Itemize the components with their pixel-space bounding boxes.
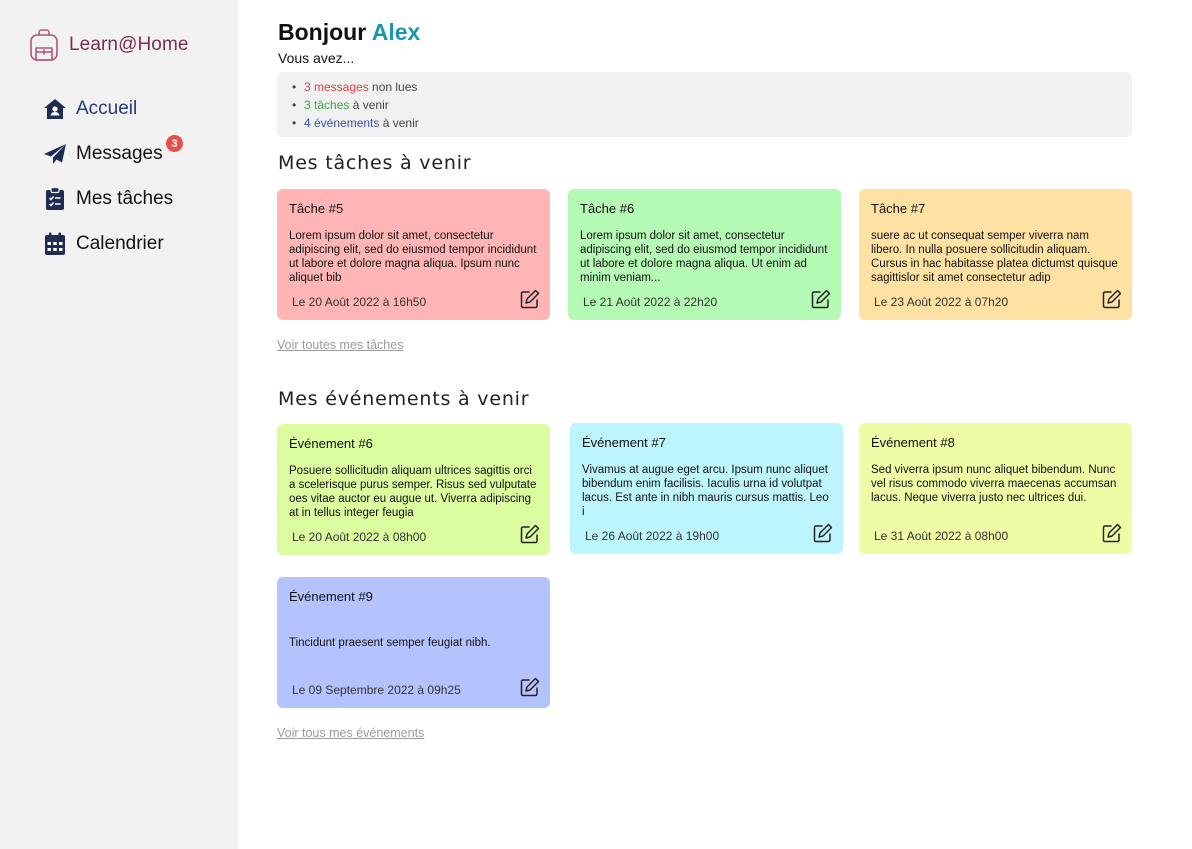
card-title: Tâche #6	[580, 201, 635, 216]
card-body: Sed viverra ipsum nunc aliquet bibendum.…	[871, 464, 1117, 504]
event-card[interactable]: Événement #8 Sed viverra ipsum nunc aliq…	[859, 423, 1132, 554]
tasks-section-title: Mes tâches à venir	[278, 152, 472, 174]
card-title: Tâche #7	[871, 201, 926, 216]
card-date: Le 09 Septembre 2022 à 09h25	[292, 683, 461, 697]
event-card[interactable]: Événement #7 Vivamus at augue eget arcu.…	[570, 423, 843, 554]
see-all-tasks-link[interactable]: Voir toutes mes tâches	[277, 338, 403, 352]
summary-suffix: à venir	[379, 116, 419, 130]
task-card[interactable]: Tâche #6 Lorem ipsum dolor sit amet, con…	[568, 189, 841, 320]
card-title: Tâche #5	[289, 201, 344, 216]
page-title: Bonjour Alex	[278, 19, 420, 46]
page-subtitle: Vous avez...	[278, 50, 355, 66]
summary-suffix: non lues	[368, 80, 418, 94]
brand-label: Learn@Home	[69, 34, 189, 55]
edit-icon[interactable]	[520, 524, 540, 544]
card-date: Le 21 Août 2022 à 22h20	[583, 295, 718, 309]
summary-suffix: à venir	[349, 98, 389, 112]
event-card[interactable]: Événement #9 Tincidunt praesent semper f…	[277, 577, 550, 708]
edit-icon[interactable]	[520, 289, 540, 309]
edit-icon[interactable]	[811, 289, 831, 309]
sidebar-item-accueil[interactable]: Accueil	[42, 94, 173, 124]
card-title: Événement #8	[871, 435, 955, 450]
card-title: Événement #7	[582, 435, 666, 450]
sidebar-item-label: Mes tâches	[76, 188, 174, 209]
sidebar-item-mes-taches[interactable]: Mes tâches	[42, 184, 173, 214]
summary-events[interactable]: 4 événements à venir	[292, 114, 1132, 132]
edit-icon[interactable]	[520, 677, 540, 697]
sidebar-item-label: Accueil	[76, 98, 138, 119]
summary-panel: 3 messages non lues 3 tâches à venir 4 é…	[277, 72, 1132, 137]
summary-tasks[interactable]: 3 tâches à venir	[292, 96, 1132, 114]
sidebar-item-calendrier[interactable]: Calendrier	[42, 229, 173, 259]
messages-count: 3 messages	[304, 80, 369, 94]
card-title: Événement #9	[289, 589, 373, 604]
greeting-text: Bonjour	[278, 19, 367, 45]
sidebar: Learn@Home Accueil Messages 3 Mes tâches	[0, 0, 238, 849]
task-card[interactable]: Tâche #5 Lorem ipsum dolor sit amet, con…	[277, 189, 550, 320]
tasks-count: 3 tâches	[304, 98, 350, 112]
event-card[interactable]: Événement #6 Posuere sollicitudin aliqua…	[277, 424, 550, 555]
card-body: Lorem ipsum dolor sit amet, consectetur …	[289, 230, 537, 284]
user-name: Alex	[371, 19, 421, 45]
sidebar-item-messages[interactable]: Messages 3	[42, 135, 183, 169]
sidebar-nav: Accueil Messages 3 Mes tâches Calendrier	[42, 94, 183, 274]
card-body: Posuere sollicitudin aliquam ultrices sa…	[289, 465, 537, 519]
card-body: Vivamus at augue eget arcu. Ipsum nunc a…	[582, 464, 829, 518]
events-section-title: Mes événements à venir	[278, 388, 530, 410]
card-date: Le 26 Août 2022 à 19h00	[585, 529, 720, 543]
paper-plane-icon	[42, 141, 68, 167]
card-date: Le 31 Août 2022 à 08h00	[874, 529, 1009, 543]
edit-icon[interactable]	[813, 523, 833, 543]
see-all-events-link[interactable]: Voir tous mes événements	[277, 726, 424, 740]
edit-icon[interactable]	[1102, 523, 1122, 543]
summary-messages[interactable]: 3 messages non lues	[292, 78, 1132, 96]
clipboard-check-icon	[42, 186, 68, 212]
brand[interactable]: Learn@Home	[28, 28, 189, 62]
card-body: Lorem ipsum dolor sit amet, consectetur …	[580, 230, 828, 284]
card-date: Le 20 Août 2022 à 16h50	[292, 295, 427, 309]
card-date: Le 23 Août 2022 à 07h20	[874, 295, 1009, 309]
home-icon	[42, 96, 68, 122]
calendar-icon	[42, 231, 68, 257]
unread-badge: 3	[166, 135, 183, 152]
card-title: Événement #6	[289, 436, 373, 451]
sidebar-item-label: Calendrier	[76, 233, 164, 254]
task-card[interactable]: Tâche #7 suere ac ut consequat semper vi…	[859, 189, 1132, 320]
card-body: suere ac ut consequat semper viverra nam…	[871, 230, 1118, 284]
edit-icon[interactable]	[1102, 289, 1122, 309]
events-count: 4 événements	[304, 116, 380, 130]
card-date: Le 20 Août 2022 à 08h00	[292, 530, 427, 544]
card-body: Tincidunt praesent semper feugiat nibh.	[289, 637, 491, 649]
sidebar-item-label: Messages	[76, 143, 163, 164]
backpack-icon	[30, 29, 58, 61]
